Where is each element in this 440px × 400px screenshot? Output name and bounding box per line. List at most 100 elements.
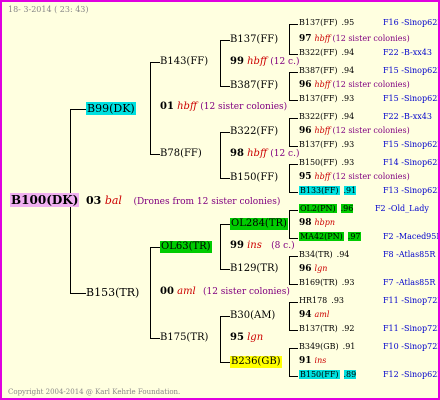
connector-line xyxy=(220,316,230,317)
g3-mating: 99 hbff (12 c.) xyxy=(230,56,300,67)
connector-line xyxy=(289,24,290,55)
g4-node-name[interactable]: B387(FF) xyxy=(299,66,338,75)
connector-line xyxy=(150,247,151,339)
connector-line xyxy=(220,132,221,179)
g4-node-name[interactable]: HR178 xyxy=(299,296,327,305)
g4-node: B137(TR) .92 F11 -Sinop72R xyxy=(299,324,438,333)
g4-node-name[interactable]: B169(TR) xyxy=(299,278,338,287)
connector-line xyxy=(289,118,290,147)
connector-line xyxy=(289,256,290,285)
g2-node-a[interactable]: B143(FF) xyxy=(160,57,208,67)
g3-node[interactable]: B322(FF) xyxy=(230,127,278,137)
connector-line xyxy=(289,72,290,101)
root-node[interactable]: B100(DK) xyxy=(10,193,80,207)
dam-node[interactable]: B153(TR) xyxy=(86,287,139,298)
g4-node-name[interactable]: B322(FF) xyxy=(299,48,338,57)
g4-node: B387(FF) .94 F15 -Sinop62R xyxy=(299,66,438,75)
g4-node-name[interactable]: B349(GB) xyxy=(299,342,339,351)
connector-line xyxy=(289,164,290,193)
connector-line xyxy=(289,302,298,303)
g4-node-ref: F12 -Sinop62R xyxy=(383,370,440,379)
connector-line xyxy=(220,40,221,87)
g4-node: OL2(PN) .96 F2 -Old_Lady xyxy=(299,204,429,213)
g3-node[interactable]: B150(FF) xyxy=(230,173,278,183)
g4-node-name[interactable]: B150(FF) xyxy=(299,370,340,379)
g4-mating-number: 91 xyxy=(299,356,312,366)
g4-node-score: .91 xyxy=(342,342,356,351)
g4-mating-number: 96 xyxy=(299,126,312,136)
g4-node-ref: F11 -Sinop72R xyxy=(383,296,440,305)
connector-line xyxy=(220,362,230,363)
g4-mating-name: lgn xyxy=(314,264,328,273)
g4-node: B137(FF) .93 F15 -Sinop62R xyxy=(299,140,438,149)
connector-line xyxy=(150,62,160,63)
connector-line xyxy=(289,238,298,239)
g4-node-score: .94 xyxy=(341,66,355,75)
connector-line xyxy=(150,62,151,155)
g4-node-ref: F8 -Atlas85R xyxy=(383,250,436,259)
connector-line xyxy=(289,100,298,101)
connector-line xyxy=(150,154,160,155)
g4-node-ref: F15 -Sinop62R xyxy=(383,140,440,149)
g4-node-score: .94 xyxy=(341,48,355,57)
g2-node-b[interactable]: B78(FF) xyxy=(160,149,202,159)
g2-node-c[interactable]: OL63(TR) xyxy=(160,241,212,253)
connector-line xyxy=(220,316,221,363)
g4-node: B169(TR) .93 F7 -Atlas85R xyxy=(299,278,435,287)
g4-node: B137(FF) .93 F15 -Sinop62R xyxy=(299,94,438,103)
g4-node-name[interactable]: B322(FF) xyxy=(299,112,338,121)
g2-mating-c: 00 aml (12 sister colonies) xyxy=(160,286,290,297)
g3-mating: 95 lgn xyxy=(230,332,264,343)
connector-line xyxy=(289,348,298,349)
g4-node-name[interactable]: B133(FF) xyxy=(299,186,340,195)
g4-mating-number: 96 xyxy=(299,80,312,90)
g4-node-ref: F16 -Sinop62R xyxy=(383,18,440,27)
g4-node: B133(FF) .91 F13 -Sinop62R xyxy=(299,186,438,195)
g3-node[interactable]: OL284(TR) xyxy=(230,218,288,230)
g4-node: B349(GB) .91 F10 -Sinop72R xyxy=(299,342,438,351)
g3-node[interactable]: B236(GB) xyxy=(230,356,282,368)
g4-node-name[interactable]: B137(FF) xyxy=(299,94,338,103)
g3-node[interactable]: B30(AM) xyxy=(230,311,275,321)
g4-node-score: .96 xyxy=(340,204,354,213)
g4-mating: 97 hbff (12 sister colonies) xyxy=(299,35,410,44)
g4-mating: 96 hbff (12 sister colonies) xyxy=(299,127,410,136)
connector-line xyxy=(289,54,298,55)
connector-line xyxy=(289,146,298,147)
g4-mating-name: hbff xyxy=(314,172,331,181)
sire-node[interactable]: B99(DK) xyxy=(86,102,136,115)
connector-line xyxy=(289,72,298,73)
g4-node-name[interactable]: OL2(PN) xyxy=(299,204,337,213)
g4-mating-number: 96 xyxy=(299,264,312,274)
g2-mating-a: 01 hbff (12 sister colonies) xyxy=(160,101,288,112)
g4-node-name[interactable]: B137(FF) xyxy=(299,18,338,27)
connector-line xyxy=(220,86,230,87)
g4-node-ref: F2 -Old_Lady xyxy=(375,204,429,213)
g4-node-ref: F13 -Sinop62R xyxy=(383,186,440,195)
connector-line xyxy=(289,348,290,377)
connector-line xyxy=(289,256,298,257)
g4-mating-name: hbpn xyxy=(314,218,336,227)
g4-node-ref: F15 -Sinop62R xyxy=(383,66,440,75)
g4-node-name[interactable]: B137(FF) xyxy=(299,140,338,149)
g4-node-name[interactable]: B137(TR) xyxy=(299,324,338,333)
g4-node-ref: F2 -Maced95R xyxy=(383,232,440,241)
g4-node-score: .97 xyxy=(347,232,361,241)
connector-line xyxy=(289,210,290,239)
g4-node-name[interactable]: MA42(PN) xyxy=(299,232,344,241)
g2-node-d[interactable]: B175(TR) xyxy=(160,333,208,343)
connector-line xyxy=(220,178,230,179)
g4-node-score: .93 xyxy=(341,94,355,103)
connector-line xyxy=(70,293,86,294)
connector-line xyxy=(220,40,230,41)
g3-node[interactable]: B137(FF) xyxy=(230,35,278,45)
g4-mating: 98 hbpn xyxy=(299,219,335,228)
g4-mating-number: 97 xyxy=(299,34,312,44)
g3-node[interactable]: B129(TR) xyxy=(230,264,278,274)
g4-node-name[interactable]: B34(TR) xyxy=(299,250,333,259)
g3-node[interactable]: B387(FF) xyxy=(230,81,278,91)
g4-node-ref: F22 -B-xx43 xyxy=(383,112,432,121)
g4-node-ref: F11 -Sinop72R xyxy=(383,324,440,333)
g4-node-name[interactable]: B150(FF) xyxy=(299,158,338,167)
connector-line xyxy=(150,338,160,339)
